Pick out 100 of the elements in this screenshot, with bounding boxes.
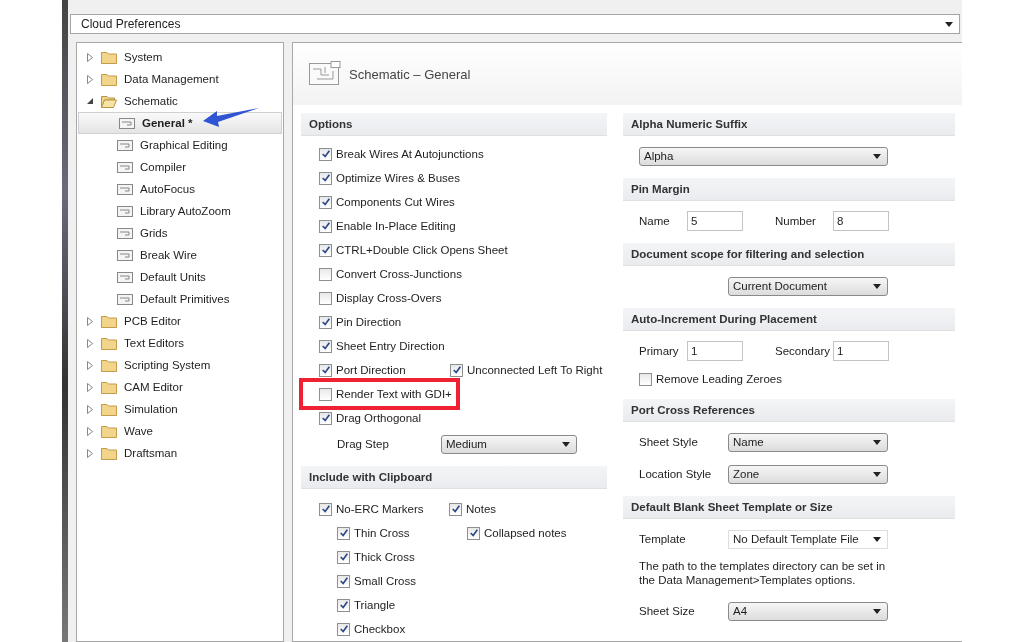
checkbox[interactable] — [319, 171, 332, 185]
expand-arrow-icon[interactable] — [87, 316, 93, 326]
tree-item[interactable]: System — [77, 46, 283, 68]
tree-item[interactable]: Scripting System — [77, 354, 283, 376]
input-field[interactable]: 8 — [833, 211, 889, 231]
checkbox-label: Drag Orthogonal — [336, 412, 422, 424]
checkbox[interactable] — [319, 291, 332, 305]
checkbox[interactable] — [319, 339, 332, 353]
checkbox[interactable] — [337, 574, 350, 588]
field-label: Drag Step — [337, 438, 390, 450]
tree-item[interactable]: Schematic — [77, 90, 283, 112]
checkbox[interactable] — [450, 363, 463, 377]
page-title: Schematic – General — [349, 66, 471, 82]
folder-icon — [101, 336, 117, 350]
dropdown[interactable]: Zone — [728, 464, 888, 484]
dropdown[interactable]: Alpha — [639, 146, 888, 166]
expand-arrow-icon[interactable] — [87, 338, 93, 348]
checkbox[interactable] — [319, 147, 332, 161]
checkbox[interactable] — [319, 502, 332, 516]
page-icon — [117, 271, 133, 283]
dropdown[interactable]: Medium — [441, 434, 577, 454]
checkbox[interactable] — [319, 411, 332, 425]
checkbox[interactable] — [449, 502, 462, 516]
tree-item[interactable]: Library AutoZoom — [77, 200, 283, 222]
tree-item[interactable]: Default Units — [77, 266, 283, 288]
checkbox-label: Collapsed notes — [484, 527, 567, 539]
collapse-arrow-icon[interactable] — [87, 98, 93, 104]
page-icon — [117, 183, 133, 195]
schematic-icon — [309, 61, 341, 87]
tree-item[interactable]: CAM Editor — [77, 376, 283, 398]
checkbox[interactable] — [337, 550, 350, 564]
expand-arrow-icon[interactable] — [87, 74, 93, 84]
checkbox[interactable] — [467, 526, 480, 540]
checkbox[interactable] — [319, 219, 332, 233]
input-field[interactable]: 5 — [687, 211, 743, 231]
expand-arrow-icon[interactable] — [87, 52, 93, 62]
tree-item[interactable]: Break Wire — [77, 244, 283, 266]
page-icon — [117, 205, 133, 217]
field-label: Sheet Style — [639, 436, 699, 448]
dropdown-caret-icon — [873, 439, 881, 445]
checkbox[interactable] — [319, 195, 332, 209]
dropdown[interactable]: Current Document — [728, 276, 888, 296]
checkbox-label: Checkbox — [354, 623, 406, 635]
folder-icon — [101, 424, 117, 438]
dropdown-caret-icon — [873, 608, 881, 614]
dropdown-caret-icon — [873, 471, 881, 477]
tree-item[interactable]: AutoFocus — [77, 178, 283, 200]
input-field[interactable]: 1 — [687, 341, 743, 361]
checkbox[interactable] — [337, 598, 350, 612]
checkbox-label: Convert Cross-Junctions — [336, 268, 462, 280]
dropdown[interactable]: Name — [728, 432, 888, 452]
checkbox[interactable] — [639, 372, 652, 386]
tree-item[interactable]: Data Management — [77, 68, 283, 90]
preferences-dropdown[interactable]: Cloud Preferences — [70, 14, 960, 34]
checkbox[interactable] — [337, 526, 350, 540]
expand-arrow-icon[interactable] — [87, 382, 93, 392]
field-label: Secondary — [775, 345, 831, 357]
section-header: Document scope for filtering and selection — [623, 243, 955, 266]
expand-arrow-icon[interactable] — [87, 404, 93, 414]
tree-item[interactable]: Draftsman — [77, 442, 283, 464]
section-header: Include with Clipboard — [301, 466, 607, 489]
dropdown[interactable]: No Default Template File — [728, 529, 888, 549]
tree-item[interactable]: Compiler — [77, 156, 283, 178]
checkbox-label: Display Cross-Overs — [336, 292, 442, 304]
expand-arrow-icon[interactable] — [87, 448, 93, 458]
field-label: Primary — [639, 345, 680, 357]
field-label: Sheet Size — [639, 605, 696, 617]
folder-icon — [101, 358, 117, 372]
dropdown-caret-icon — [873, 283, 881, 289]
checkbox[interactable] — [319, 387, 332, 401]
tree-item[interactable]: PCB Editor — [77, 310, 283, 332]
page-icon — [117, 139, 133, 151]
checkbox[interactable] — [319, 315, 332, 329]
tree-item[interactable]: Wave — [77, 420, 283, 442]
checkbox-label: Thin Cross — [354, 527, 410, 539]
checkbox[interactable] — [319, 267, 332, 281]
checkbox[interactable] — [337, 622, 350, 636]
input-field[interactable]: 1 — [833, 341, 889, 361]
checkbox-label: CTRL+Double Click Opens Sheet — [336, 244, 508, 256]
tree-item[interactable]: Graphical Editing — [77, 134, 283, 156]
field-label: Location Style — [639, 468, 713, 480]
checkbox[interactable] — [319, 243, 332, 257]
folder-icon — [101, 402, 117, 416]
section-header: Options — [301, 113, 607, 136]
dropdown-caret-icon — [873, 153, 881, 159]
tree-item[interactable]: Simulation — [77, 398, 283, 420]
tree-item[interactable]: Text Editors — [77, 332, 283, 354]
dropdown-caret-icon — [562, 441, 570, 447]
dropdown-caret-icon — [873, 536, 881, 542]
tree-item[interactable]: Default Primitives — [77, 288, 283, 310]
help-text: The path to the templates directory can be set in the Data Management>Templates options. — [639, 559, 887, 587]
checkbox-label: Components Cut Wires — [336, 196, 455, 208]
tree-item[interactable]: Grids — [77, 222, 283, 244]
expand-arrow-icon[interactable] — [87, 360, 93, 370]
checkbox[interactable] — [319, 363, 332, 377]
checkbox-label: No-ERC Markers — [336, 503, 424, 515]
dropdown[interactable]: A4 — [728, 601, 888, 621]
section-header: Default Blank Sheet Template or Size — [623, 496, 955, 519]
checkbox-label: Notes — [466, 503, 497, 515]
expand-arrow-icon[interactable] — [87, 426, 93, 436]
